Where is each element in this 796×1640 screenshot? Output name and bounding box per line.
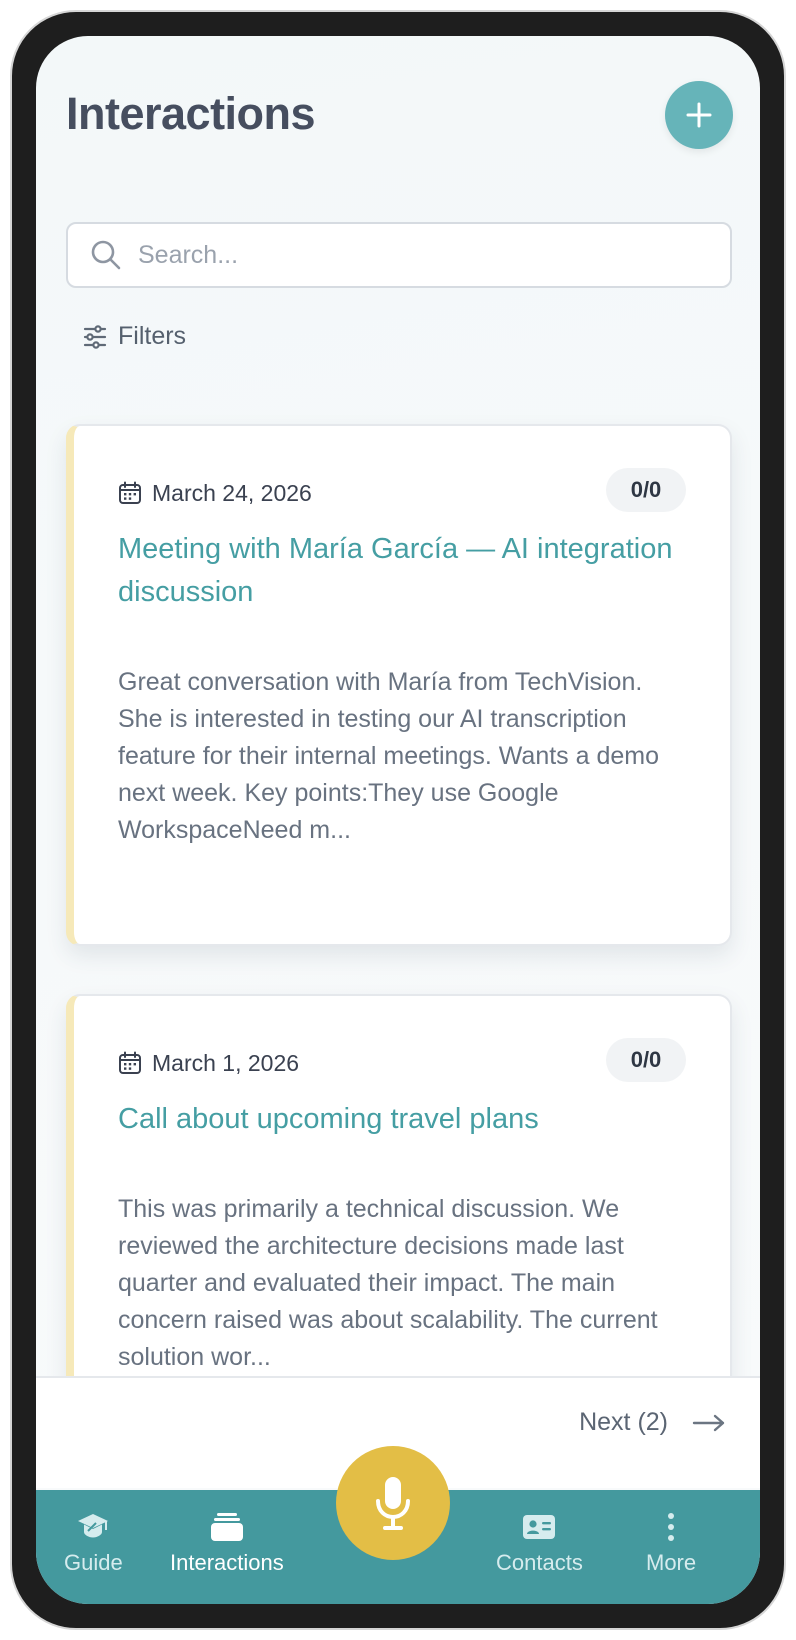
- next-page-label: Next (2): [579, 1408, 668, 1436]
- filters-toggle[interactable]: Filters: [82, 322, 186, 351]
- page-title: Interactions: [66, 88, 316, 139]
- card-date-text: March 24, 2026: [152, 479, 312, 506]
- calendar-icon: [119, 481, 141, 504]
- interaction-card[interactable]: March 1, 2026 0/0 Call about upcoming tr…: [66, 994, 732, 1414]
- sliders-icon: [83, 324, 107, 349]
- nav-label-interactions: Interactions: [170, 1550, 284, 1575]
- search-icon: [91, 240, 121, 270]
- card-summary: Great conversation with María from TechV…: [118, 668, 660, 844]
- nav-label-guide: Guide: [64, 1550, 123, 1575]
- search-input[interactable]: [138, 240, 698, 270]
- id-card-icon: [523, 1515, 556, 1539]
- count-badge: 0/0: [606, 1038, 686, 1082]
- nav-item-interactions[interactable]: Interactions: [170, 1510, 284, 1576]
- card-header: March 24, 2026 0/0: [118, 468, 686, 512]
- record-button[interactable]: [336, 1446, 450, 1560]
- add-interaction-button[interactable]: [665, 81, 733, 149]
- plus-icon: [686, 102, 712, 128]
- app-screen: Interactions Filters: [36, 36, 760, 1604]
- inbox-stack-icon: [210, 1513, 243, 1541]
- nav-item-more[interactable]: More: [646, 1510, 696, 1576]
- nav-item-guide[interactable]: Guide: [64, 1510, 123, 1576]
- graduation-cap-icon: [78, 1514, 109, 1538]
- next-page-button[interactable]: Next (2): [579, 1408, 726, 1437]
- nav-label-more: More: [646, 1550, 697, 1575]
- arrow-right-icon: [692, 1414, 725, 1431]
- card-summary: This was primarily a technical discussio…: [118, 1195, 658, 1371]
- card-title[interactable]: Call about upcoming travel plans: [118, 1098, 686, 1141]
- card-date-text: March 1, 2026: [152, 1049, 300, 1076]
- card-date: March 1, 2026: [118, 1050, 299, 1077]
- nav-label-contacts: Contacts: [496, 1550, 583, 1575]
- interaction-card[interactable]: March 24, 2026 0/0 Meeting with María Ga…: [66, 424, 732, 946]
- count-badge: 0/0: [606, 468, 686, 512]
- card-header: March 1, 2026 0/0: [118, 1038, 686, 1082]
- filters-label: Filters: [118, 322, 187, 350]
- device-frame: Interactions Filters: [10, 10, 786, 1630]
- search-field[interactable]: [66, 222, 732, 288]
- calendar-icon: [119, 1051, 141, 1074]
- card-title[interactable]: Meeting with María García — AI integrati…: [118, 528, 686, 614]
- microphone-icon: [376, 1477, 410, 1530]
- card-date: March 24, 2026: [118, 480, 312, 507]
- vertical-dots-icon: [668, 1513, 675, 1541]
- nav-item-contacts[interactable]: Contacts: [496, 1510, 583, 1576]
